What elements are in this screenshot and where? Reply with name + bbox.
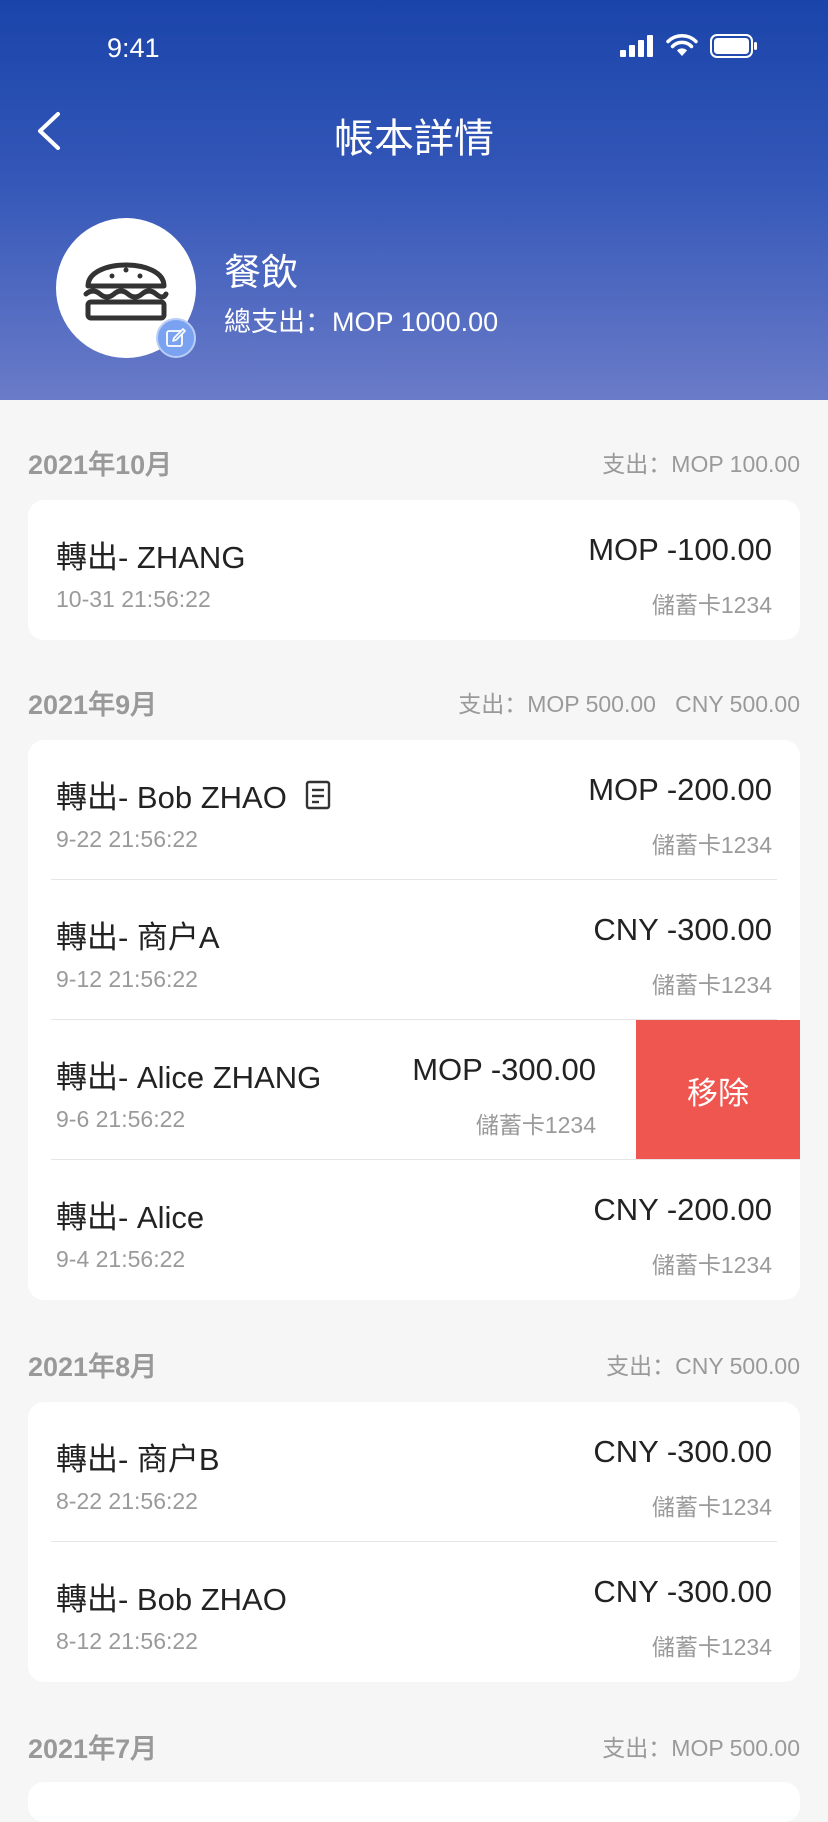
transaction-time: 9-4 21:56:22 (56, 1246, 186, 1272)
status-time: 9:41 (107, 33, 160, 63)
status-icons (620, 34, 758, 58)
month-label: 2021年10月 (28, 450, 173, 480)
edit-icon (166, 328, 186, 347)
transaction-time: 8-22 21:56:22 (56, 1488, 198, 1514)
month-label: 2021年9月 (28, 690, 158, 720)
transaction-time: 8-12 21:56:22 (56, 1628, 198, 1654)
book-name: 餐飲 (224, 252, 298, 293)
transaction-time: 9-6 21:56:22 (56, 1106, 186, 1132)
transaction-row[interactable]: 轉出- Alice 9-4 21:56:22 CNY -200.00 儲蓄卡12… (28, 1160, 800, 1300)
transaction-row[interactable]: 轉出- ZHANG 10-31 21:56:22 MOP -100.00 儲蓄卡… (28, 500, 800, 640)
month-header: 2021年8月 支出：CNY 500.00 (28, 1345, 800, 1385)
transaction-row[interactable]: 轉出- 商户A 9-12 21:56:22 CNY -300.00 儲蓄卡123… (28, 880, 800, 1020)
header-background: 9:41 帳本詳情 餐飲 總支出：MOP 1000.00 (0, 0, 828, 400)
transaction-amount: MOP -100.00 (588, 532, 772, 567)
remove-button[interactable]: 移除 (636, 1020, 800, 1160)
transaction-card-number: 儲蓄卡1234 (651, 1494, 772, 1520)
transaction-amount: MOP -200.00 (588, 772, 772, 807)
month-summary: 支出：MOP 500.00 CNY 500.00 (458, 691, 800, 717)
transaction-name: 轉出- Bob ZHAO (56, 772, 331, 817)
transaction-time: 10-31 21:56:22 (56, 586, 211, 612)
transaction-card: 轉出- Bob ZHAO 9-22 21:56:22 MOP -200.00 儲… (28, 740, 800, 1300)
transaction-card: 轉出- ZHANG 10-31 21:56:22 MOP -100.00 儲蓄卡… (28, 500, 800, 640)
transaction-amount: CNY -200.00 (593, 1192, 772, 1227)
transaction-amount: MOP -300.00 (412, 1052, 596, 1087)
transaction-card-number: 儲蓄卡1234 (651, 832, 772, 858)
transaction-time: 9-22 21:56:22 (56, 826, 198, 852)
transaction-row[interactable]: 轉出- Bob ZHAO 9-22 21:56:22 MOP -200.00 儲… (28, 740, 800, 880)
month-label: 2021年7月 (28, 1734, 158, 1764)
transaction-name: 轉出- 商户B (56, 1442, 220, 1477)
transaction-name: 轉出- Alice ZHANG (56, 1060, 322, 1095)
transaction-name-text: 轉出- Bob ZHAO (56, 780, 287, 815)
transaction-row[interactable]: 轉出- 商户B 8-22 21:56:22 CNY -300.00 儲蓄卡123… (28, 1402, 800, 1542)
month-header: 2021年7月 支出：MOP 500.00 (28, 1727, 800, 1767)
transaction-card-number: 儲蓄卡1234 (651, 972, 772, 998)
transaction-row-swiped[interactable]: 轉出- Alice ZHANG 9-6 21:56:22 MOP -300.00… (28, 1020, 800, 1160)
month-summary: 支出：MOP 500.00 (602, 1735, 800, 1761)
month-header: 2021年9月 支出：MOP 500.00 CNY 500.00 (28, 683, 800, 723)
edit-avatar-button[interactable] (156, 318, 196, 358)
signal-icon (620, 35, 653, 57)
month-header: 2021年10月 支出：MOP 100.00 (28, 443, 800, 483)
transaction-amount: CNY -300.00 (593, 1574, 772, 1609)
transaction-card-number: 儲蓄卡1234 (651, 592, 772, 618)
book-total-expense: 總支出：MOP 1000.00 (224, 307, 499, 337)
status-bar: 9:41 (0, 0, 828, 100)
month-summary: 支出：MOP 100.00 (602, 451, 800, 477)
wifi-icon (666, 34, 698, 56)
note-icon[interactable] (305, 780, 331, 810)
transaction-card (28, 1782, 800, 1822)
transaction-amount: CNY -300.00 (593, 1434, 772, 1469)
transaction-time: 9-12 21:56:22 (56, 966, 198, 992)
transaction-card: 轉出- 商户B 8-22 21:56:22 CNY -300.00 儲蓄卡123… (28, 1402, 800, 1682)
transaction-name: 轉出- 商户A (56, 920, 220, 955)
nav-bar: 帳本詳情 (0, 90, 828, 174)
transaction-card-number: 儲蓄卡1234 (651, 1252, 772, 1278)
battery-icon (710, 34, 757, 58)
month-label: 2021年8月 (28, 1352, 158, 1382)
transaction-amount: CNY -300.00 (593, 912, 772, 947)
month-summary: 支出：CNY 500.00 (606, 1353, 800, 1379)
transaction-name: 轉出- Alice (56, 1200, 205, 1235)
transaction-name: 轉出- ZHANG (56, 540, 246, 575)
transaction-card-number: 儲蓄卡1234 (475, 1112, 596, 1138)
transaction-name: 轉出- Bob ZHAO (56, 1582, 287, 1617)
page-title: 帳本詳情 (334, 117, 494, 161)
transaction-card-number: 儲蓄卡1234 (651, 1634, 772, 1660)
transaction-row[interactable]: 轉出- Bob ZHAO 8-12 21:56:22 CNY -300.00 儲… (28, 1542, 800, 1682)
